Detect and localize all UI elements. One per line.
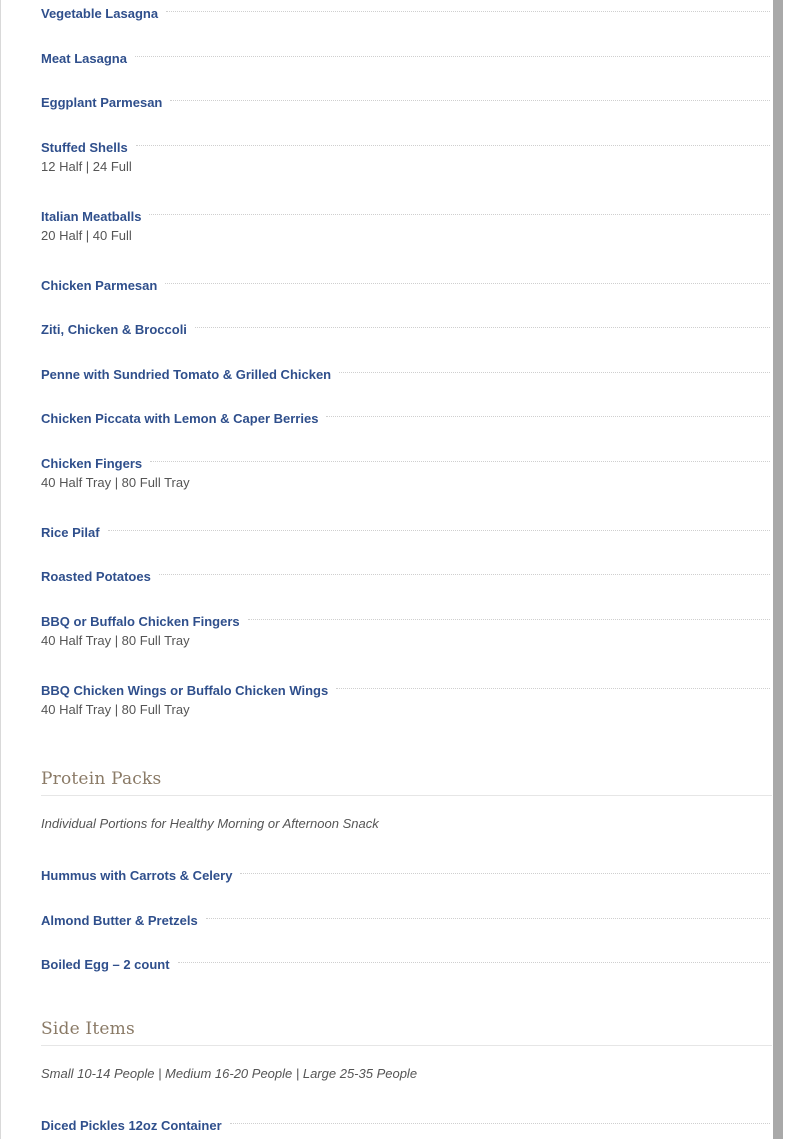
- menu-item: Almond Butter & Pretzels: [41, 903, 770, 928]
- leader-dots: [149, 213, 770, 215]
- section-title: Protein Packs: [41, 769, 772, 796]
- leader-dots: [134, 55, 770, 57]
- menu-item: Chicken Piccata with Lemon & Caper Berri…: [41, 401, 770, 426]
- leader-dots: [247, 618, 770, 620]
- leader-dots: [170, 99, 770, 101]
- menu-item: Stuffed Shells 12 Half | 24 Full: [41, 130, 770, 175]
- menu-item-name: BBQ Chicken Wings or Buffalo Chicken Win…: [41, 684, 337, 698]
- menu-item: Chicken Parmesan: [41, 268, 770, 293]
- menu-item: Italian Meatballs 20 Half | 40 Full: [41, 199, 770, 244]
- section-title: Side Items: [41, 1019, 772, 1046]
- protein-packs-section: Protein Packs Individual Portions for He…: [41, 769, 772, 972]
- menu-item: Roasted Potatoes: [41, 559, 770, 584]
- menu-item-portion: 40 Half Tray | 80 Full Tray: [41, 702, 190, 717]
- leader-dots: [339, 371, 770, 373]
- leader-dots: [326, 415, 770, 417]
- menu-item-portion: 20 Half | 40 Full: [41, 228, 132, 243]
- leader-dots: [177, 961, 770, 963]
- menu-item: Ziti, Chicken & Broccoli: [41, 312, 770, 337]
- section-note: Individual Portions for Healthy Morning …: [41, 816, 379, 831]
- menu-item-name: Chicken Parmesan: [41, 279, 166, 293]
- menu-item-name: Ziti, Chicken & Broccoli: [41, 323, 195, 337]
- leader-dots: [166, 10, 770, 12]
- menu-item-name: Stuffed Shells: [41, 141, 136, 155]
- menu-item: Hummus with Carrots & Celery: [41, 858, 770, 883]
- menu-item-name: Chicken Piccata with Lemon & Caper Berri…: [41, 412, 327, 426]
- leader-dots: [205, 917, 770, 919]
- leader-dots: [158, 573, 770, 575]
- menu-item-name: Roasted Potatoes: [41, 570, 159, 584]
- menu-item: BBQ or Buffalo Chicken Fingers 40 Half T…: [41, 604, 770, 649]
- section-note: Small 10-14 People | Medium 16-20 People…: [41, 1066, 418, 1081]
- leader-dots: [107, 529, 770, 531]
- menu-item: Chicken Fingers 40 Half Tray | 80 Full T…: [41, 446, 770, 491]
- menu-item-name: Hummus with Carrots & Celery: [41, 869, 241, 883]
- menu-item-name: Meat Lasagna: [41, 52, 135, 66]
- menu-item-name: Penne with Sundried Tomato & Grilled Chi…: [41, 368, 340, 382]
- menu-item-name: Italian Meatballs: [41, 210, 150, 224]
- leader-dots: [240, 872, 770, 874]
- menu-item: BBQ Chicken Wings or Buffalo Chicken Win…: [41, 673, 770, 718]
- menu-item-name: Diced Pickles 12oz Container: [41, 1119, 230, 1133]
- menu-item: Diced Pickles 12oz Container: [41, 1108, 770, 1133]
- leader-dots: [135, 144, 770, 146]
- menu-item: Vegetable Lasagna: [41, 0, 770, 21]
- menu-item-name: Rice Pilaf: [41, 526, 108, 540]
- leader-dots: [150, 460, 770, 462]
- leader-dots: [229, 1122, 770, 1124]
- menu-item-portion: 40 Half Tray | 80 Full Tray: [41, 633, 190, 648]
- menu-item-name: Chicken Fingers: [41, 457, 151, 471]
- menu-item: Meat Lasagna: [41, 41, 770, 66]
- menu-item-portion: 40 Half Tray | 80 Full Tray: [41, 475, 190, 490]
- leader-dots: [165, 282, 770, 284]
- leader-dots: [194, 326, 770, 328]
- side-items-section: Side Items Small 10-14 People | Medium 1…: [41, 1019, 772, 1133]
- menu-item-name: Almond Butter & Pretzels: [41, 914, 206, 928]
- menu-item: Penne with Sundried Tomato & Grilled Chi…: [41, 357, 770, 382]
- menu-page: Vegetable Lasagna Meat Lasagna Eggplant …: [0, 0, 785, 1139]
- menu-item: Eggplant Parmesan: [41, 85, 770, 110]
- menu-item-name: Vegetable Lasagna: [41, 7, 167, 21]
- leader-dots: [336, 687, 770, 689]
- menu-item-name: BBQ or Buffalo Chicken Fingers: [41, 615, 248, 629]
- menu-item-portion: 12 Half | 24 Full: [41, 159, 132, 174]
- menu-item: Boiled Egg – 2 count: [41, 947, 770, 972]
- menu-item-name: Boiled Egg – 2 count: [41, 958, 178, 972]
- menu-item: Rice Pilaf: [41, 515, 770, 540]
- menu-item-name: Eggplant Parmesan: [41, 96, 171, 110]
- scrollbar[interactable]: [773, 0, 783, 1139]
